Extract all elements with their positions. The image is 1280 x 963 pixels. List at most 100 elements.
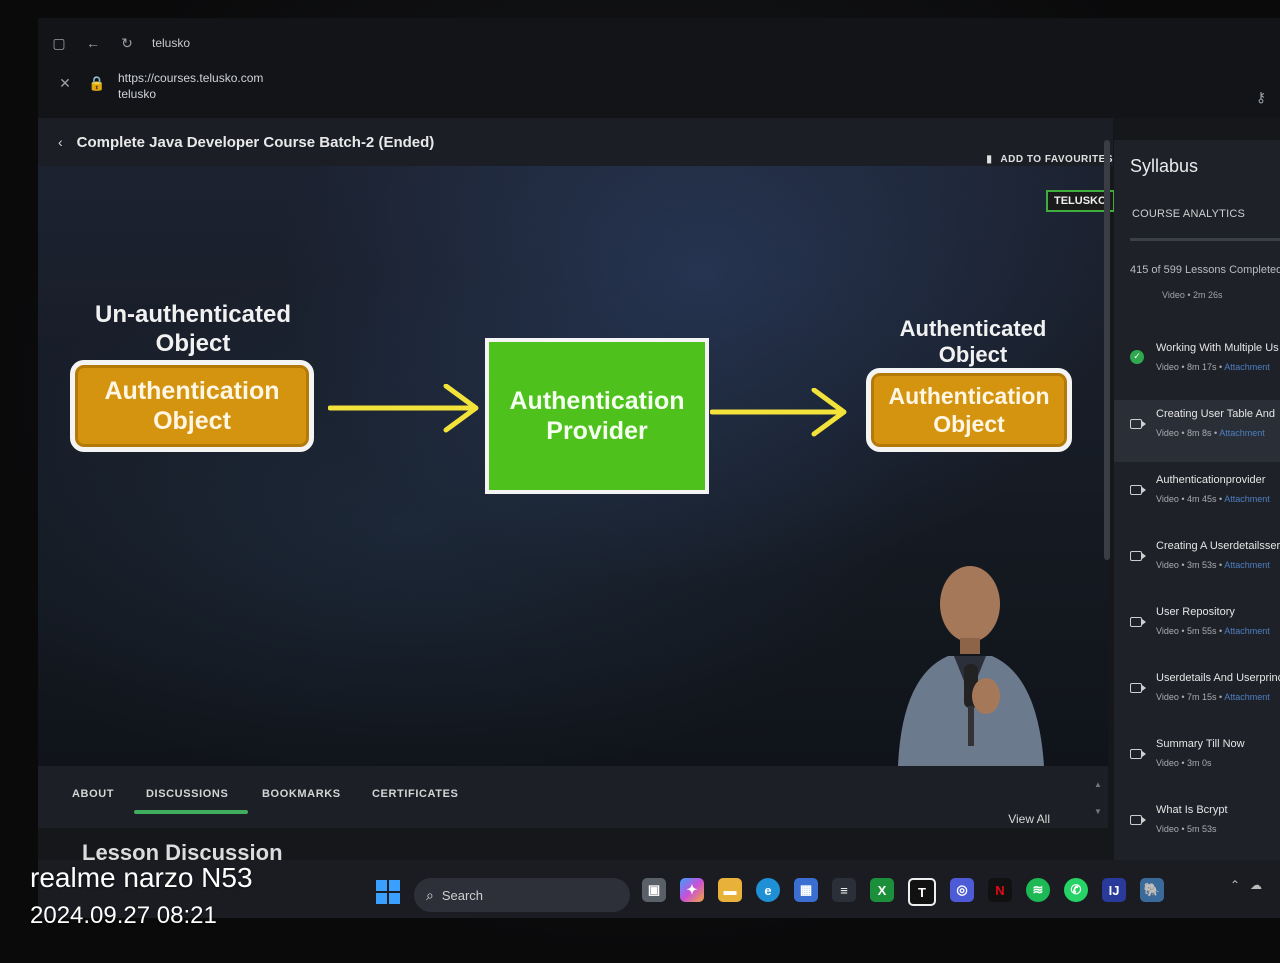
lesson-item[interactable]: Creating A Userdetailsserv Video • 3m 53… — [1114, 532, 1280, 594]
video-player[interactable]: TELUSKO Un-authenticated Object Authenti… — [38, 166, 1115, 766]
lesson-title: Creating A Userdetailsserv — [1156, 540, 1280, 552]
unauthenticated-label: Un-authenticated Object — [94, 301, 291, 357]
lesson-item[interactable]: Summary Till Now Video • 3m 0s — [1114, 730, 1280, 792]
course-analytics-link[interactable]: COURSE ANALYTICS — [1132, 208, 1245, 220]
laptop-screen: ▢ ← ↻ telusko ✕ 🔒 https://courses.telusk… — [38, 18, 1280, 918]
sidebar-scrollbar[interactable] — [1104, 140, 1110, 560]
lesson-meta: Video • 3m 53s • Attachment — [1156, 560, 1270, 570]
tab-discussions[interactable]: DISCUSSIONS — [146, 788, 228, 800]
taskbar-search[interactable]: ⌕ Search — [414, 878, 630, 912]
lesson-title: Creating User Table And — [1156, 408, 1276, 420]
scrollbar[interactable]: ▲ ▼ — [1094, 780, 1104, 820]
lesson-title: Summary Till Now — [1156, 738, 1245, 750]
lesson-item[interactable]: Userdetails And Userprincip Video • 7m 1… — [1114, 664, 1280, 726]
lesson-meta: Video • 3m 0s — [1156, 758, 1212, 768]
lesson-item[interactable]: What Is Bcrypt Video • 5m 53s — [1114, 796, 1280, 858]
reload-icon[interactable]: ↻ — [118, 34, 136, 52]
presenter-image — [898, 566, 1044, 766]
sidebar-divider — [1130, 238, 1280, 241]
lesson-title: What Is Bcrypt — [1156, 804, 1228, 816]
netflix-icon[interactable]: N — [988, 878, 1012, 902]
windows-start-icon[interactable] — [376, 880, 400, 904]
lesson-item-active[interactable]: Creating User Table And Video • 8m 8s • … — [1114, 400, 1280, 462]
chevron-up-icon[interactable]: ⌃ — [1230, 878, 1240, 892]
video-icon — [1130, 485, 1146, 495]
authentication-provider-box: Authentication Provider — [485, 338, 709, 494]
xbox-icon[interactable]: X — [870, 878, 894, 902]
lesson-meta: Video • 5m 53s — [1156, 824, 1217, 834]
system-tray: ⌃ ☁ — [1230, 878, 1262, 892]
lock-icon: 🔒 — [88, 74, 106, 91]
attachment-link[interactable]: Attachment — [1224, 692, 1270, 702]
course-header: ‹ Complete Java Developer Course Batch-2… — [38, 118, 1113, 166]
search-icon: ⌕ — [426, 886, 434, 903]
video-icon — [1130, 815, 1146, 825]
browser-bar: ▢ ← ↻ telusko ✕ 🔒 https://courses.telusk… — [38, 18, 1280, 118]
lesson-item[interactable]: Authenticationprovider Video • 4m 45s • … — [1114, 466, 1280, 528]
arrow-right-icon — [710, 388, 847, 437]
browser-tab-row: ▢ ← ↻ telusko — [50, 34, 190, 52]
add-to-favourites-button[interactable]: ▮ ADD TO FAVOURITES — [986, 154, 1113, 165]
course-title: Complete Java Developer Course Batch-2 (… — [76, 133, 435, 151]
camera-watermark-model: realme narzo N53 — [30, 862, 253, 893]
authenticated-label: Authenticated Object — [899, 316, 1047, 367]
close-icon[interactable]: ✕ — [56, 74, 74, 92]
lesson-meta: Video • 8m 17s • Attachment — [1156, 362, 1270, 372]
check-icon: ✓ — [1130, 350, 1144, 364]
task-view-icon[interactable]: ▣ — [642, 878, 666, 902]
whatsapp-icon[interactable]: ✆ — [1064, 878, 1088, 902]
camera-watermark-datetime: 2024.09.27 08:21 — [30, 902, 217, 929]
url-text: https://courses.telusko.com — [118, 71, 264, 85]
lesson-item[interactable]: ✓ Working With Multiple Us Video • 8m 17… — [1114, 334, 1280, 396]
intellij-icon[interactable]: IJ — [1102, 878, 1126, 902]
edge-icon[interactable]: e — [756, 878, 780, 902]
camera-icon[interactable]: ◎ — [950, 878, 974, 902]
lessons-progress: 415 of 599 Lessons Completed — [1130, 264, 1280, 276]
browser-tab-title[interactable]: telusko — [152, 36, 190, 50]
arrow-right-icon — [328, 384, 479, 433]
postgres-icon[interactable]: 🐘 — [1140, 878, 1164, 902]
search-label: Search — [441, 887, 484, 903]
tab-about[interactable]: ABOUT — [72, 788, 114, 800]
view-all-link[interactable]: View All — [1008, 812, 1050, 826]
lesson-title: User Repository — [1156, 606, 1235, 618]
cloud-icon[interactable]: ☁ — [1250, 878, 1262, 892]
key-icon[interactable]: ⚷ — [1252, 88, 1270, 106]
back-arrow-icon[interactable]: ← — [84, 34, 102, 52]
taskbar-apps: ▣ ✦ ▬ e ▦ ≡ X T ◎ N ≋ ✆ IJ 🐘 — [642, 878, 1164, 906]
video-icon — [1130, 419, 1146, 429]
attachment-link[interactable]: Attachment — [1219, 428, 1265, 438]
syllabus-title: Syllabus — [1130, 156, 1199, 176]
video-icon — [1130, 749, 1146, 759]
spotify-icon[interactable]: ≋ — [1026, 878, 1050, 902]
lesson-meta: Video • 4m 45s • Attachment — [1156, 494, 1270, 504]
file-explorer-icon[interactable]: ▬ — [718, 878, 742, 902]
lesson-meta: Video • 2m 26s — [1162, 290, 1223, 300]
lesson-meta: Video • 7m 15s • Attachment — [1156, 692, 1270, 702]
lesson-title: Working With Multiple Us — [1156, 342, 1279, 354]
tab-bookmarks[interactable]: BOOKMARKS — [262, 788, 341, 800]
store-icon[interactable]: ▦ — [794, 878, 818, 902]
copilot-icon[interactable]: ✦ — [680, 878, 704, 902]
site-name: telusko — [118, 87, 157, 101]
tab-certificates[interactable]: CERTIFICATES — [372, 788, 458, 800]
attachment-link[interactable]: Attachment — [1224, 560, 1270, 570]
video-icon — [1130, 617, 1146, 627]
chevron-left-icon[interactable]: ‹ — [58, 134, 63, 150]
lesson-tabs: ABOUT DISCUSSIONS BOOKMARKS CERTIFICATES… — [38, 766, 1108, 828]
attachment-link[interactable]: Attachment — [1224, 494, 1270, 504]
lesson-title: Userdetails And Userprincip — [1156, 672, 1280, 684]
video-icon — [1130, 683, 1146, 693]
lesson-meta: Video • 8m 8s • Attachment — [1156, 428, 1265, 438]
sidebar-toggle-icon[interactable]: ▢ — [50, 34, 68, 52]
lesson-item[interactable]: User Repository Video • 5m 55s • Attachm… — [1114, 598, 1280, 660]
address-bar[interactable]: https://courses.telusko.com telusko — [118, 70, 263, 102]
typora-icon[interactable]: T — [908, 878, 936, 906]
syllabus-sidebar: Syllabus COURSE ANALYTICS 415 of 599 Les… — [1104, 140, 1280, 860]
attachment-link[interactable]: Attachment — [1224, 362, 1270, 372]
terminal-icon[interactable]: ≡ — [832, 878, 856, 902]
authentication-object-box-right: Authentication Object — [866, 368, 1072, 452]
attachment-link[interactable]: Attachment — [1224, 626, 1270, 636]
lesson-title: Authenticationprovider — [1156, 474, 1266, 486]
lesson-meta: Video • 5m 55s • Attachment — [1156, 626, 1270, 636]
